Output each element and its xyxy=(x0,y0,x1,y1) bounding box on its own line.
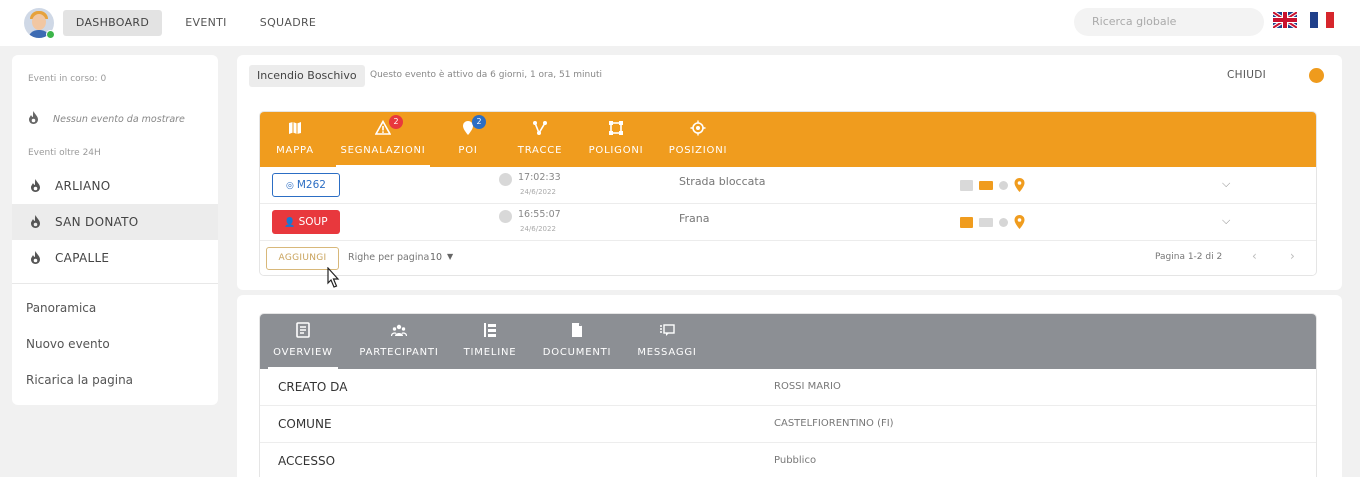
report-date: 24/6/2022 xyxy=(520,225,556,233)
sidebar-link-nuovo-evento[interactable]: Nuovo evento xyxy=(26,337,110,351)
detail-value: Pubblico xyxy=(774,455,817,466)
caret-down-icon[interactable]: ▼ xyxy=(447,252,453,261)
tab-overview[interactable]: OVERVIEW xyxy=(268,314,338,369)
document-icon xyxy=(572,323,582,337)
global-search-input[interactable]: Ricerca globale xyxy=(1074,8,1264,36)
mouse-cursor-icon xyxy=(327,267,340,288)
report-code-button[interactable]: ◎ M262 xyxy=(272,173,340,197)
pagination-label: Pagina 1-2 di 2 xyxy=(1155,252,1223,262)
notification-badge: 2 xyxy=(472,115,486,129)
fire-icon xyxy=(30,179,41,192)
fire-icon xyxy=(30,251,41,264)
report-row[interactable]: ◎ M262 17:02:33 24/6/2022 Strada bloccata… xyxy=(260,167,1316,204)
fire-icon xyxy=(28,111,39,124)
detail-label: CREATO DA xyxy=(278,380,348,394)
event-status-dot xyxy=(1309,68,1324,83)
tab-messaggi[interactable]: MESSAGGI xyxy=(633,314,701,369)
top-bar: DASHBOARD EVENTI SQUADRE Ricerca globale xyxy=(0,0,1360,46)
detail-label: COMUNE xyxy=(278,417,332,431)
detail-row-comune: COMUNE CASTELFIORENTINO (FI) xyxy=(260,406,1316,443)
location-pin-icon[interactable] xyxy=(1014,178,1025,192)
detail-value: CASTELFIORENTINO (FI) xyxy=(774,418,894,429)
map-icon xyxy=(289,122,301,134)
details-card: OVERVIEW PARTECIPANTI TIMELINE DOCUMENTI… xyxy=(237,295,1342,477)
details-tab-bar: OVERVIEW PARTECIPANTI TIMELINE DOCUMENTI… xyxy=(260,314,1316,369)
overview-icon xyxy=(296,322,310,338)
sidebar-divider xyxy=(12,283,218,284)
messages-icon xyxy=(660,324,675,336)
next-page-icon[interactable]: › xyxy=(1290,249,1295,263)
reports-panel: MAPPA 2 SEGNALAZIONI 2 POI TRACCE POLIGO… xyxy=(259,111,1317,276)
video-camera-icon[interactable] xyxy=(979,180,993,190)
user-icon: 👤 xyxy=(284,218,296,228)
rows-per-page-label: Righe per pagina xyxy=(348,252,430,263)
report-media-indicators xyxy=(960,177,1025,193)
audio-dot-icon xyxy=(999,217,1008,227)
tab-mappa[interactable]: MAPPA xyxy=(268,112,322,167)
detail-row-accesso: ACCESSO Pubblico xyxy=(260,443,1316,477)
sidebar-link-ricarica[interactable]: Ricarica la pagina xyxy=(26,373,133,387)
detail-label: ACCESSO xyxy=(278,454,336,468)
detail-value: ROSSI MARIO xyxy=(774,381,841,392)
image-icon[interactable] xyxy=(960,216,973,228)
nav-eventi[interactable]: EVENTI xyxy=(178,10,234,36)
report-description: Frana xyxy=(679,212,710,225)
tab-poi[interactable]: 2 POI xyxy=(446,112,490,167)
report-code-button[interactable]: 👤 SOUP xyxy=(272,210,340,234)
report-time: 17:02:33 xyxy=(518,172,561,183)
sidebar-link-panoramica[interactable]: Panoramica xyxy=(26,301,96,315)
nav-dashboard[interactable]: DASHBOARD xyxy=(63,10,162,36)
empty-events-message: Nessun evento da mostrare xyxy=(28,111,185,125)
sidebar-event-capalle[interactable]: CAPALLE xyxy=(12,240,218,276)
radio-wave-icon: ◎ xyxy=(286,181,294,191)
sidebar-event-arliano[interactable]: ARLIANO xyxy=(12,168,218,204)
audio-dot-icon xyxy=(999,180,1008,190)
tab-tracce[interactable]: TRACCE xyxy=(510,112,570,167)
video-camera-icon xyxy=(979,217,993,227)
polygon-icon xyxy=(609,121,623,135)
sidebar: Eventi in corso: 0 Nessun evento da most… xyxy=(12,55,218,405)
nav-squadre[interactable]: SQUADRE xyxy=(255,10,321,36)
location-target-icon xyxy=(690,120,706,136)
reports-table-footer: AGGIUNGI Righe per pagina 10 ▼ Pagina 1-… xyxy=(260,241,1316,275)
report-description: Strada bloccata xyxy=(679,175,766,188)
chevron-down-icon[interactable]: ⌵ xyxy=(1222,214,1230,228)
close-event-button[interactable]: CHIUDI xyxy=(1227,69,1266,81)
sidebar-event-san-donato[interactable]: SAN DONATO xyxy=(12,204,218,240)
event-card: Incendio Boschivo Questo evento è attivo… xyxy=(237,55,1342,290)
uk-flag-icon[interactable] xyxy=(1273,12,1297,28)
details-panel: OVERVIEW PARTECIPANTI TIMELINE DOCUMENTI… xyxy=(259,313,1317,477)
online-status-indicator xyxy=(46,30,55,39)
notification-badge: 2 xyxy=(389,115,403,129)
report-row[interactable]: 👤 SOUP 16:55:07 24/6/2022 Frana ⌵ xyxy=(260,204,1316,241)
older-events-label: Eventi oltre 24H xyxy=(28,148,101,158)
clock-icon xyxy=(499,173,512,186)
report-date: 24/6/2022 xyxy=(520,188,556,196)
rows-per-page-select[interactable]: 10 xyxy=(430,252,442,263)
image-icon[interactable] xyxy=(960,179,973,191)
report-media-indicators xyxy=(960,214,1025,230)
location-pin-icon[interactable] xyxy=(1014,215,1025,229)
tab-poligoni[interactable]: POLIGONI xyxy=(578,112,654,167)
previous-page-icon[interactable]: ‹ xyxy=(1252,249,1257,263)
route-icon xyxy=(533,121,547,135)
ongoing-events-label: Eventi in corso: 0 xyxy=(28,74,107,84)
report-time: 16:55:07 xyxy=(518,209,561,220)
tab-timeline[interactable]: TIMELINE xyxy=(458,314,522,369)
tab-segnalazioni[interactable]: 2 SEGNALAZIONI xyxy=(336,112,430,167)
tab-posizioni[interactable]: POSIZIONI xyxy=(658,112,738,167)
clock-icon xyxy=(499,210,512,223)
chevron-down-icon[interactable]: ⌵ xyxy=(1222,177,1230,191)
french-flag-icon[interactable] xyxy=(1310,12,1334,28)
tab-partecipanti[interactable]: PARTECIPANTI xyxy=(353,314,445,369)
detail-row-creato-da: CREATO DA ROSSI MARIO xyxy=(260,369,1316,406)
fire-icon xyxy=(30,215,41,228)
event-type-tag: Incendio Boschivo xyxy=(249,65,365,87)
event-status-text: Questo evento è attivo da 6 giorni, 1 or… xyxy=(370,70,602,80)
tab-documenti[interactable]: DOCUMENTI xyxy=(535,314,619,369)
participants-icon xyxy=(391,324,407,337)
reports-tab-bar: MAPPA 2 SEGNALAZIONI 2 POI TRACCE POLIGO… xyxy=(260,112,1316,167)
timeline-icon xyxy=(484,323,496,337)
